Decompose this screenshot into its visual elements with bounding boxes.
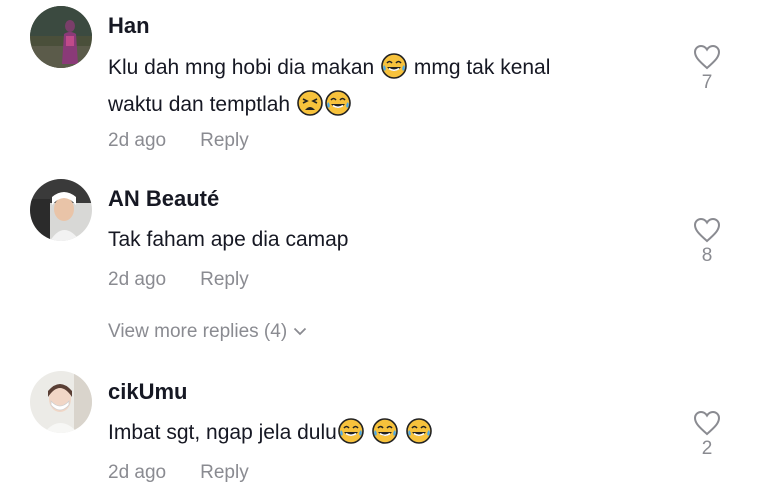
avatar[interactable] (30, 179, 92, 241)
chevron-down-icon (294, 327, 307, 336)
heart-outline-icon (693, 410, 721, 436)
like-button[interactable]: 7 (690, 44, 724, 94)
timestamp: 2d ago (108, 269, 167, 290)
like-count: 8 (701, 245, 713, 266)
comment-text-part: mmg tak kenal (408, 56, 551, 79)
weary-face-emoji (297, 90, 323, 126)
heart-outline-icon (693, 217, 721, 243)
comment-text-part: Imbat sgt, ngap jela dulu (108, 421, 337, 444)
heart-outline-icon (693, 44, 721, 70)
avatar[interactable] (30, 6, 92, 68)
view-more-replies-label: View more replies (4) (108, 321, 288, 342)
comment-text-part: Klu dah mng hobi dia makan (108, 56, 381, 79)
view-more-replies-button[interactable]: View more replies (4) (108, 321, 307, 343)
like-count: 7 (701, 72, 713, 93)
username[interactable]: cikUmu (108, 379, 187, 405)
comment-meta: 2d ago Reply (108, 269, 249, 291)
like-count: 2 (701, 438, 713, 459)
comment-text: Klu dah mng hobi dia makan mmg tak kenal… (108, 52, 648, 126)
avatar[interactable] (30, 371, 92, 433)
comment-meta: 2d ago Reply (108, 130, 249, 152)
comment-meta: 2d ago Reply (108, 462, 249, 484)
face-with-tears-of-joy-emoji (338, 418, 364, 454)
face-with-tears-of-joy-emoji (381, 53, 407, 89)
comment-text-part: waktu dan temptlah (108, 93, 296, 116)
timestamp: 2d ago (108, 130, 167, 151)
face-with-tears-of-joy-emoji (406, 418, 432, 454)
timestamp: 2d ago (108, 462, 167, 483)
comment-text: Tak faham ape dia camap (108, 228, 349, 251)
reply-button[interactable]: Reply (200, 269, 249, 290)
reply-button[interactable]: Reply (200, 462, 249, 483)
reply-button[interactable]: Reply (200, 130, 249, 151)
face-with-tears-of-joy-emoji (325, 90, 351, 126)
like-button[interactable]: 8 (690, 217, 724, 267)
comment-text: Imbat sgt, ngap jela dulu (108, 417, 648, 454)
username[interactable]: Han (108, 13, 150, 39)
username[interactable]: AN Beauté (108, 186, 219, 212)
face-with-tears-of-joy-emoji (372, 418, 398, 454)
like-button[interactable]: 2 (690, 410, 724, 460)
